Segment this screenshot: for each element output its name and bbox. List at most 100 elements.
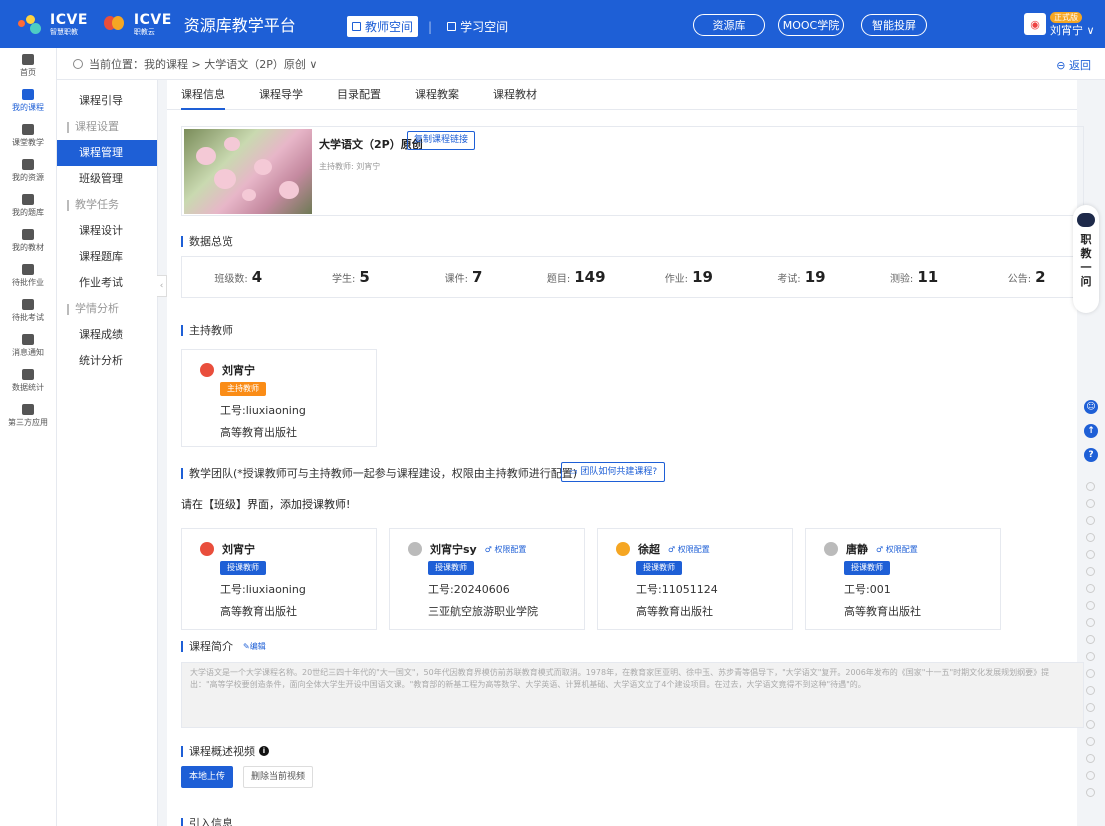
- submenu-guide[interactable]: 课程引导: [57, 88, 157, 114]
- anchor-dot[interactable]: [1085, 533, 1095, 542]
- rail-item-resources[interactable]: 我的资源: [0, 153, 56, 188]
- anchor-dot[interactable]: [1085, 703, 1095, 712]
- submenu-grades[interactable]: 课程成绩: [57, 322, 157, 348]
- anchor-dot[interactable]: [1085, 652, 1095, 661]
- help-icon[interactable]: ?: [1084, 448, 1098, 462]
- rail-item-classroom[interactable]: 课堂教学: [0, 118, 56, 153]
- rail-item-apps[interactable]: 第三方应用: [0, 398, 56, 433]
- user-menu[interactable]: 正式版 刘宵宁 ∨: [1050, 10, 1095, 38]
- float-toolbar: ☺ ↑ ?: [1081, 400, 1101, 472]
- teacher-id: 工号:001: [844, 583, 891, 596]
- teacher-space-icon: [352, 22, 361, 31]
- info-icon[interactable]: i: [259, 746, 269, 756]
- submenu-homework-exam[interactable]: 作业考试: [57, 270, 157, 296]
- role-tag: 授课教师: [844, 561, 890, 575]
- copy-course-link-button[interactable]: 复制课程链接: [407, 131, 476, 150]
- smart-cast-button[interactable]: 智能投屏: [861, 14, 927, 36]
- stat-classes: 班级数: 4: [214, 268, 263, 286]
- tab-course-info[interactable]: 课程信息: [181, 80, 225, 110]
- teacher-avatar: [616, 542, 630, 556]
- resource-lib-button[interactable]: 资源库: [693, 14, 765, 36]
- intro-section-title: 课程简介 ✎ 编辑: [181, 638, 266, 654]
- home-icon: [22, 53, 34, 65]
- delete-video-button[interactable]: 删除当前视频: [243, 766, 314, 788]
- rail-item-messages[interactable]: 消息通知: [0, 328, 56, 363]
- submenu-class-manage[interactable]: 班级管理: [57, 166, 157, 192]
- anchor-dot[interactable]: [1085, 550, 1095, 559]
- teacher-avatar: [200, 542, 214, 556]
- tab-lesson-plans[interactable]: 课程教案: [415, 80, 459, 109]
- upload-cloud-icon[interactable]: ↑: [1084, 424, 1098, 438]
- rail-item-my-courses[interactable]: 我的课程: [0, 83, 56, 118]
- user-avatar[interactable]: ◉: [1024, 13, 1046, 35]
- course-cover-image: [184, 129, 312, 214]
- version-badge: 正式版: [1050, 12, 1082, 23]
- anchor-dot[interactable]: [1085, 771, 1095, 780]
- tab-catalog-config[interactable]: 目录配置: [337, 80, 381, 109]
- teacher-space-tab[interactable]: 教师空间: [347, 16, 419, 37]
- teacher-name: 刘宵宁: [222, 543, 255, 556]
- tab-course-guide[interactable]: 课程导学: [259, 80, 303, 109]
- permission-config-link[interactable]: ♂ 权限配置: [668, 544, 710, 555]
- submenu-question-bank[interactable]: 课程题库: [57, 244, 157, 270]
- role-tag: 授课教师: [428, 561, 474, 575]
- service-icon[interactable]: ☺: [1084, 400, 1098, 414]
- teacher-id: 工号:11051124: [636, 583, 718, 596]
- rail-item-home[interactable]: 首页: [0, 48, 56, 83]
- learning-space-tab[interactable]: 学习空间: [442, 16, 513, 37]
- anchor-dot[interactable]: [1085, 788, 1095, 797]
- location-icon: [73, 58, 83, 69]
- permission-config-link[interactable]: ♂ 权限配置: [485, 544, 527, 555]
- course-intro-text[interactable]: 大学语文是一个大学课程名称。20世纪三四十年代的"大一国文"，50年代因教育界模…: [181, 662, 1084, 728]
- anchor-dot[interactable]: [1085, 635, 1095, 644]
- anchor-dot[interactable]: [1085, 754, 1095, 763]
- anchor-dot[interactable]: [1085, 482, 1095, 491]
- anchor-dot[interactable]: [1085, 601, 1095, 610]
- back-link[interactable]: ⊖ 返回: [1056, 57, 1091, 73]
- brand-logo[interactable]: icve 智慧职教 icve 职教云 资源库教学平台: [0, 0, 296, 48]
- anchor-dot[interactable]: [1085, 516, 1095, 525]
- rail-item-exam[interactable]: 待批考试: [0, 293, 56, 328]
- anchor-dot[interactable]: [1085, 720, 1095, 729]
- resources-icon: [22, 158, 34, 170]
- anchor-dot[interactable]: [1085, 737, 1095, 746]
- video-section-title: 课程概述视频 i: [181, 743, 269, 759]
- rail-item-textbook[interactable]: 我的教材: [0, 223, 56, 258]
- stat-exams: 考试: 19: [777, 268, 826, 286]
- mooc-button[interactable]: MOOC学院: [778, 14, 844, 36]
- edit-intro-link[interactable]: ✎ 编辑: [243, 641, 266, 652]
- message-icon: [22, 333, 34, 345]
- chevron-down-icon: ∨: [1086, 24, 1095, 37]
- collapse-menu-button[interactable]: ‹: [157, 275, 167, 297]
- anchor-dot[interactable]: [1085, 618, 1095, 627]
- brand2-sub: 职教云: [133, 28, 155, 36]
- course-host: 主持教师: 刘宵宁: [319, 162, 381, 171]
- user-name: 刘宵宁: [1050, 24, 1083, 37]
- teacher-name: 唐静: [846, 543, 868, 556]
- anchor-dot[interactable]: [1085, 499, 1095, 508]
- rail-item-question-bank[interactable]: 我的题库: [0, 188, 56, 223]
- breadcrumb-text[interactable]: 当前位置：我的课程 > 大学语文（2P）原创 ∨: [89, 56, 317, 72]
- brand1-sub: 智慧职教: [50, 28, 78, 36]
- rail-item-homework[interactable]: 待批作业: [0, 258, 56, 293]
- upload-video-button[interactable]: 本地上传: [181, 766, 234, 788]
- submenu-course-manage[interactable]: 课程管理: [57, 140, 157, 166]
- teacher-org: 高等教育出版社: [220, 605, 297, 618]
- brand2-text: icve: [133, 12, 172, 28]
- teacher-org: 三亚航空旅游职业学院: [428, 605, 538, 618]
- permission-config-link[interactable]: ♂ 权限配置: [876, 544, 918, 555]
- anchor-dot[interactable]: [1085, 567, 1095, 576]
- tab-textbooks[interactable]: 课程教材: [493, 80, 537, 109]
- team-help-button[interactable]: ▭ 团队如何共建课程?: [561, 462, 666, 482]
- submenu-statistics[interactable]: 统计分析: [57, 348, 157, 374]
- anchor-dot[interactable]: [1085, 584, 1095, 593]
- anchor-dot[interactable]: [1085, 669, 1095, 678]
- user-avatar-icon: [408, 542, 422, 556]
- ai-assistant-widget[interactable]: 职教一问: [1073, 205, 1099, 313]
- anchor-dot[interactable]: [1085, 686, 1095, 695]
- page-anchor-rail: [1083, 482, 1097, 822]
- rail-item-stats[interactable]: 数据统计: [0, 363, 56, 398]
- submenu-course-design[interactable]: 课程设计: [57, 218, 157, 244]
- course-submenu: 课程引导 课程设置 课程管理 班级管理 教学任务 课程设计 课程题库 作业考试 …: [57, 80, 158, 826]
- teacher-name: 刘宵宁: [222, 364, 255, 377]
